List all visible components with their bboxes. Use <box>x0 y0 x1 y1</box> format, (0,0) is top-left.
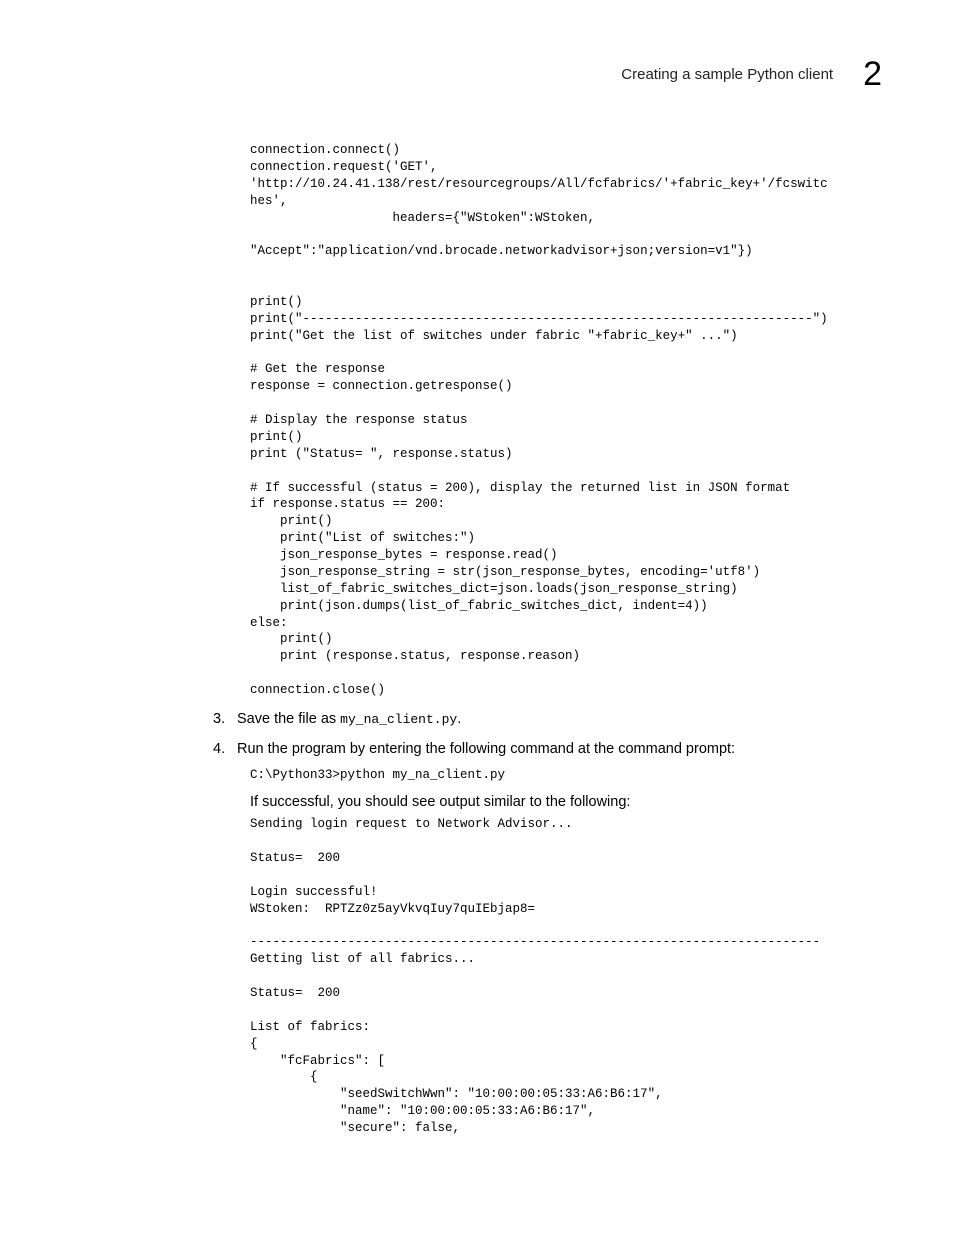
code-block-command: C:\Python33>python my_na_client.py <box>250 767 894 784</box>
sub-text: If successful, you should see output sim… <box>250 794 894 810</box>
page-header: Creating a sample Python client 2 <box>95 55 894 94</box>
step-number: 3. <box>213 711 237 727</box>
step-3: 3. Save the file as my_na_client.py. <box>213 709 894 729</box>
code-block-output: Sending login request to Network Advisor… <box>250 816 894 1137</box>
step3-prefix: Save the file as <box>237 711 340 727</box>
code-block-main: connection.connect() connection.request(… <box>250 142 894 699</box>
step-4: 4. Run the program by entering the follo… <box>213 739 894 759</box>
step-text: Save the file as my_na_client.py. <box>237 709 461 729</box>
step3-suffix: . <box>457 711 461 727</box>
chapter-number: 2 <box>863 55 882 94</box>
header-title: Creating a sample Python client <box>621 66 833 83</box>
step-number: 4. <box>213 741 237 757</box>
filename: my_na_client.py <box>340 712 457 727</box>
step-text: Run the program by entering the followin… <box>237 739 735 759</box>
